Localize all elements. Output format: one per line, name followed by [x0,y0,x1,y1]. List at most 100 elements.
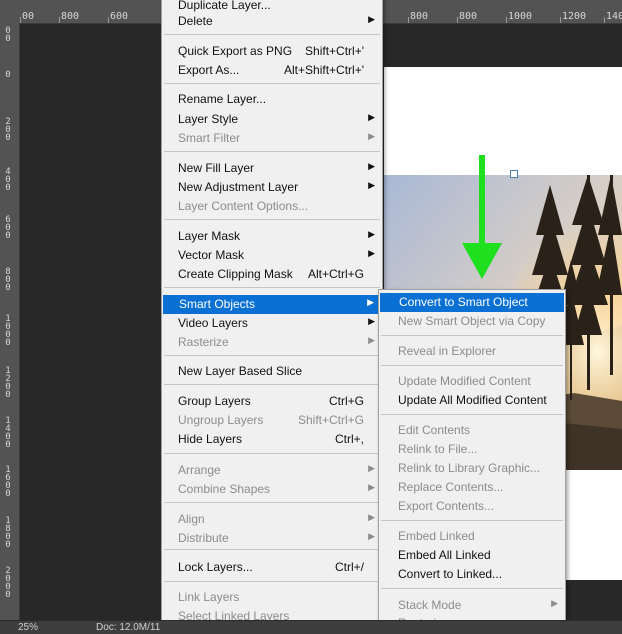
ruler-label: 8 0 0 [5,267,11,293]
ruler-label: 800 [459,11,478,22]
menu-item-distribute: Distribute ▶ [162,529,382,548]
menu-item-export-as[interactable]: Export As... Alt+Shift+Ctrl+' [162,61,382,80]
menu-separator [164,287,380,288]
submenu-arrow-icon: ▶ [368,512,375,522]
smart-objects-submenu: Convert to Smart Object New Smart Object … [378,289,566,633]
submenu-item-embed-linked: Embed Linked [379,527,565,546]
menu-item-label: Lock Layers... [178,560,253,574]
menu-item-label: Arrange [178,463,221,477]
ruler-label: 2 0 0 0 [5,566,11,600]
menu-item-lock-layers[interactable]: Lock Layers... Ctrl+/ [162,558,382,577]
menu-item-label: New Adjustment Layer [178,180,299,194]
ruler-label: 800 [410,11,429,22]
submenu-item-replace-contents: Replace Contents... [379,478,565,497]
menu-item-new-fill-layer[interactable]: New Fill Layer ▶ [162,159,382,178]
ruler-label: 1 4 0 0 [5,416,11,450]
submenu-item-label: Export Contents... [398,499,495,513]
menu-item-shortcut: Shift+Ctrl+' [305,44,364,58]
menu-item-label: Group Layers [178,394,251,408]
submenu-item-label: Convert to Smart Object [399,295,528,309]
submenu-arrow-icon: ▶ [368,131,375,141]
menu-item-delete[interactable]: Delete ▶ [162,12,382,31]
submenu-item-embed-all-linked[interactable]: Embed All Linked [379,546,565,565]
submenu-item-label: Embed All Linked [398,548,491,562]
ruler-label: 1 8 0 0 [5,516,11,550]
ruler-label: 0 [5,70,11,80]
submenu-item-label: Edit Contents [398,423,471,437]
menu-item-shortcut: Shift+Ctrl+G [297,413,364,427]
status-bar: 25% Doc: 12.0M/11 [0,620,622,634]
submenu-item-convert-to-smart-object[interactable]: Convert to Smart Object [380,293,564,312]
submenu-arrow-icon: ▶ [368,482,375,492]
menu-item-smart-filter: Smart Filter ▶ [162,129,382,148]
menu-separator [381,414,563,415]
ruler-label: 4 0 0 [5,167,11,193]
menu-item-label: Export As... [178,63,240,77]
ruler-label: 00 [22,11,35,22]
menu-item-new-layer-based-slice[interactable]: New Layer Based Slice [162,362,382,381]
menu-separator [381,588,563,589]
menu-item-shortcut: Ctrl+/ [334,560,364,574]
submenu-item-label: Relink to Library Graphic... [398,461,541,475]
menu-separator [164,502,380,503]
submenu-item-label: Stack Mode [398,598,462,612]
menu-item-rename-layer[interactable]: Rename Layer... [162,90,382,109]
menu-separator [381,335,563,336]
menu-separator [164,355,380,356]
menu-item-label: Quick Export as PNG [178,44,293,58]
menu-item-vector-mask[interactable]: Vector Mask ▶ [162,246,382,265]
transform-handle[interactable] [510,170,518,178]
menu-item-create-clipping-mask[interactable]: Create Clipping Mask Alt+Ctrl+G [162,265,382,284]
submenu-item-relink-to-file: Relink to File... [379,440,565,459]
menu-item-quick-export-png[interactable]: Quick Export as PNG Shift+Ctrl+' [162,42,382,61]
submenu-arrow-icon: ▶ [368,248,375,258]
submenu-arrow-icon: ▶ [368,14,375,24]
menu-item-new-adjustment-layer[interactable]: New Adjustment Layer ▶ [162,178,382,197]
submenu-item-label: Embed Linked [398,529,475,543]
submenu-item-label: New Smart Object via Copy [398,314,546,328]
menu-item-label: Link Layers [178,590,240,604]
menu-item-combine-shapes: Combine Shapes ▶ [162,480,382,499]
menu-item-hide-layers[interactable]: Hide Layers Ctrl+, [162,430,382,449]
menu-item-label: Ungroup Layers [178,413,264,427]
submenu-arrow-icon: ▶ [368,180,375,190]
submenu-item-convert-to-linked[interactable]: Convert to Linked... [379,565,565,584]
submenu-item-update-all-modified-content[interactable]: Update All Modified Content [379,391,565,410]
zoom-level[interactable]: 25% [18,622,38,633]
submenu-item-label: Update Modified Content [398,374,531,388]
vertical-ruler[interactable]: 0 0 0 2 0 0 4 0 0 6 0 0 8 0 0 1 0 0 0 1 … [0,23,20,620]
menu-item-label: Duplicate Layer... [178,0,271,12]
menu-item-link-layers: Link Layers [162,588,382,607]
menu-item-group-layers[interactable]: Group Layers Ctrl+G [162,392,382,411]
submenu-arrow-icon: ▶ [367,297,374,307]
menu-item-align: Align ▶ [162,510,382,529]
submenu-item-reveal-in-explorer: Reveal in Explorer [379,342,565,361]
menu-item-shortcut: Alt+Shift+Ctrl+' [284,63,364,77]
menu-item-label: Rename Layer... [178,92,267,106]
submenu-item-label: Replace Contents... [398,480,504,494]
ruler-label: 1 6 0 0 [5,465,11,499]
menu-item-label: Create Clipping Mask [178,267,293,281]
ruler-label: 6 0 0 [5,215,11,241]
menu-item-video-layers[interactable]: Video Layers ▶ [162,314,382,333]
ruler-label: 800 [61,11,80,22]
ruler-label: 0 0 [5,26,11,44]
submenu-arrow-icon: ▶ [368,316,375,326]
menu-item-smart-objects[interactable]: Smart Objects ▶ [163,295,381,314]
menu-item-shortcut: Ctrl+, [334,432,364,446]
submenu-item-label: Relink to File... [398,442,478,456]
menu-separator [164,34,380,35]
doc-info[interactable]: Doc: 12.0M/11 [96,622,160,633]
submenu-item-new-smart-object-via-copy: New Smart Object via Copy [379,312,565,331]
menu-item-label: Distribute [178,531,229,545]
menu-item-layer-style[interactable]: Layer Style ▶ [162,110,382,129]
menu-item-shortcut: Alt+Ctrl+G [307,267,364,281]
ruler-label: 2 0 0 [5,117,11,143]
menu-item-arrange: Arrange ▶ [162,461,382,480]
menu-separator [164,219,380,220]
ruler-label: 1 0 0 0 [5,314,11,348]
menu-item-label: Smart Filter [178,131,241,145]
menu-item-ungroup-layers: Ungroup Layers Shift+Ctrl+G [162,411,382,430]
menu-item-label: Layer Style [178,112,239,126]
menu-item-layer-mask[interactable]: Layer Mask ▶ [162,227,382,246]
